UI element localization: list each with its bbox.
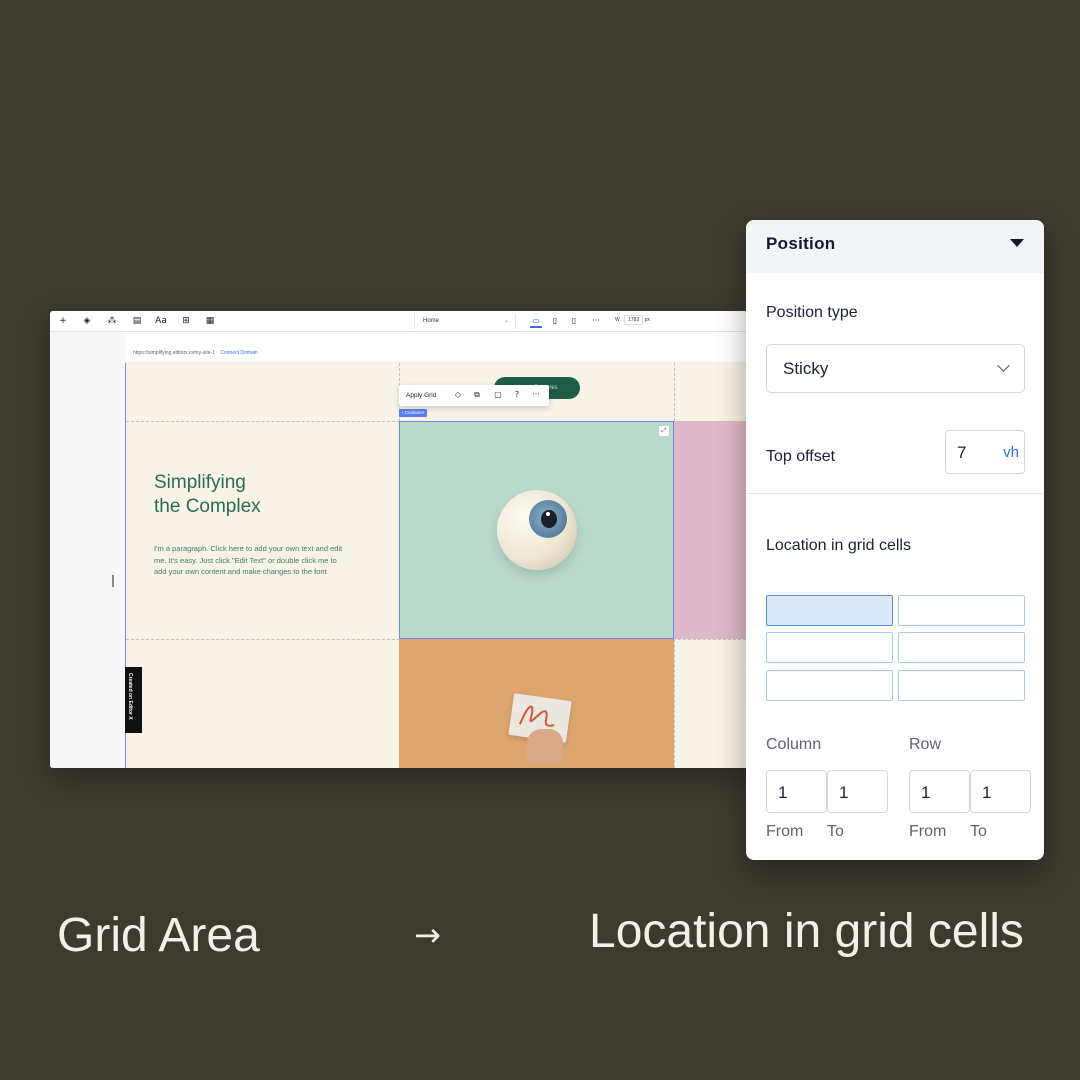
grid-cell-selector[interactable] — [898, 632, 1025, 663]
glint — [546, 512, 550, 516]
connect-domain-link[interactable]: Connect Domain — [220, 350, 257, 356]
add-icon[interactable]: + — [56, 314, 70, 328]
row-to-label: To — [970, 823, 987, 840]
grid-icon[interactable]: ⊞ — [179, 314, 193, 328]
expand-icon[interactable]: ⤢ — [659, 426, 669, 436]
container-tag[interactable]: ‹ Container — [399, 409, 428, 417]
selected-mint-container[interactable]: ⤢ — [399, 421, 674, 639]
comment-icon[interactable]: ▢ — [492, 389, 504, 401]
apply-grid-button[interactable]: Apply Grid — [406, 385, 436, 406]
site-url: https://simplifying.editorx.io/my-site-1 — [133, 350, 215, 356]
page-paragraph[interactable]: I'm a paragraph. Click here to add your … — [154, 543, 344, 578]
grid-cell-selector[interactable] — [898, 595, 1025, 626]
page-selector-label: Home — [423, 318, 440, 324]
width-value[interactable]: 1782 — [624, 315, 644, 325]
help-icon[interactable]: ? — [511, 389, 523, 401]
tablet-view-icon[interactable]: ▯ — [549, 314, 561, 328]
collapse-caret-icon[interactable] — [1010, 239, 1024, 247]
duplicate-icon[interactable]: ⧉ — [471, 389, 483, 401]
top-offset-label: Top offset — [766, 448, 836, 465]
headline-line-1: Simplifying — [154, 472, 246, 493]
pages-icon[interactable]: ▤ — [130, 314, 144, 328]
position-panel: Position Position type Sticky Top offset… — [746, 220, 1044, 860]
row-from-input[interactable]: 1 — [909, 770, 970, 813]
row-from-label: From — [909, 823, 947, 840]
chevron-down-icon: ⌄ — [503, 318, 509, 324]
width-label: W — [615, 317, 620, 323]
column-label: Column — [766, 736, 822, 753]
layers-icon[interactable]: ◈ — [80, 314, 94, 328]
orange-grid-cell[interactable] — [399, 639, 674, 768]
top-offset-unit[interactable]: vh — [1003, 444, 1019, 461]
editor-x-badge: Created on Editor X — [125, 667, 142, 733]
position-type-value: Sticky — [783, 359, 829, 378]
column-to-label: To — [827, 823, 844, 840]
chevron-down-icon — [997, 359, 1010, 372]
row-to-value: 1 — [982, 783, 992, 802]
page-selector[interactable]: Home ⌄ — [414, 314, 516, 329]
resize-handle[interactable] — [112, 575, 114, 587]
column-from-label: From — [766, 823, 804, 840]
apps-icon[interactable]: ⁂ — [105, 314, 119, 328]
eyeball-image — [497, 490, 577, 570]
editor-x-badge-label: Created on Editor X — [127, 673, 133, 720]
width-unit: px — [644, 317, 650, 323]
column-to-input[interactable]: 1 — [827, 770, 888, 813]
column-to-value: 1 — [839, 783, 849, 802]
arrow-right-icon: → — [414, 916, 441, 954]
more-icon[interactable]: ··· — [530, 389, 542, 401]
panel-header[interactable]: Position — [746, 220, 1044, 273]
animate-icon[interactable]: ◇ — [452, 389, 464, 401]
canvas-left-gutter — [50, 332, 125, 768]
position-type-label: Position type — [766, 304, 858, 321]
width-control[interactable]: W 1782 px — [615, 315, 650, 325]
page-headline[interactable]: Simplifying the Complex — [154, 471, 374, 519]
top-offset-value: 7 — [957, 443, 967, 462]
caption-location: Location in grid cells — [589, 905, 1024, 958]
headline-line-2: the Complex — [154, 496, 261, 517]
column-from-input[interactable]: 1 — [766, 770, 827, 813]
row-to-input[interactable]: 1 — [970, 770, 1031, 813]
editor-topbar: + ◈ ⁂ ▤ Aa ⊞ ▦ Home ⌄ ▭ ▯ ▯ ··· W 1782 p… — [50, 311, 770, 332]
row-from-value: 1 — [921, 783, 931, 802]
caption-grid-area: Grid Area — [57, 909, 260, 962]
desktop-view-icon[interactable]: ▭ — [530, 314, 542, 328]
top-offset-input[interactable]: 7 vh — [945, 430, 1025, 474]
location-label: Location in grid cells — [766, 537, 911, 554]
panel-divider — [746, 493, 1044, 494]
grid-cell-selector[interactable] — [766, 670, 893, 701]
text-style-icon[interactable]: Aa — [154, 314, 168, 328]
more-icon[interactable]: ··· — [590, 314, 602, 328]
table-icon[interactable]: ▦ — [203, 314, 217, 328]
panel-title: Position — [766, 234, 836, 253]
grid-cell-selector[interactable] — [766, 595, 893, 626]
column-from-value: 1 — [778, 783, 788, 802]
grid-cell-selector[interactable] — [898, 670, 1025, 701]
hand-image — [527, 729, 563, 763]
position-type-select[interactable]: Sticky — [766, 344, 1025, 393]
mobile-view-icon[interactable]: ▯ — [568, 314, 580, 328]
editor-window: + ◈ ⁂ ▤ Aa ⊞ ▦ Home ⌄ ▭ ▯ ▯ ··· W 1782 p… — [50, 311, 770, 768]
site-url-bar: https://simplifying.editorx.io/my-site-1… — [125, 343, 770, 363]
page-canvas: ⤢ Simplifying the Complex I'm a paragrap… — [125, 363, 770, 768]
iris — [529, 500, 567, 538]
row-label: Row — [909, 736, 942, 753]
context-toolbar: Apply Grid ◇ ⧉ ▢ ? ··· — [399, 385, 549, 406]
grid-cell-selector[interactable] — [766, 632, 893, 663]
